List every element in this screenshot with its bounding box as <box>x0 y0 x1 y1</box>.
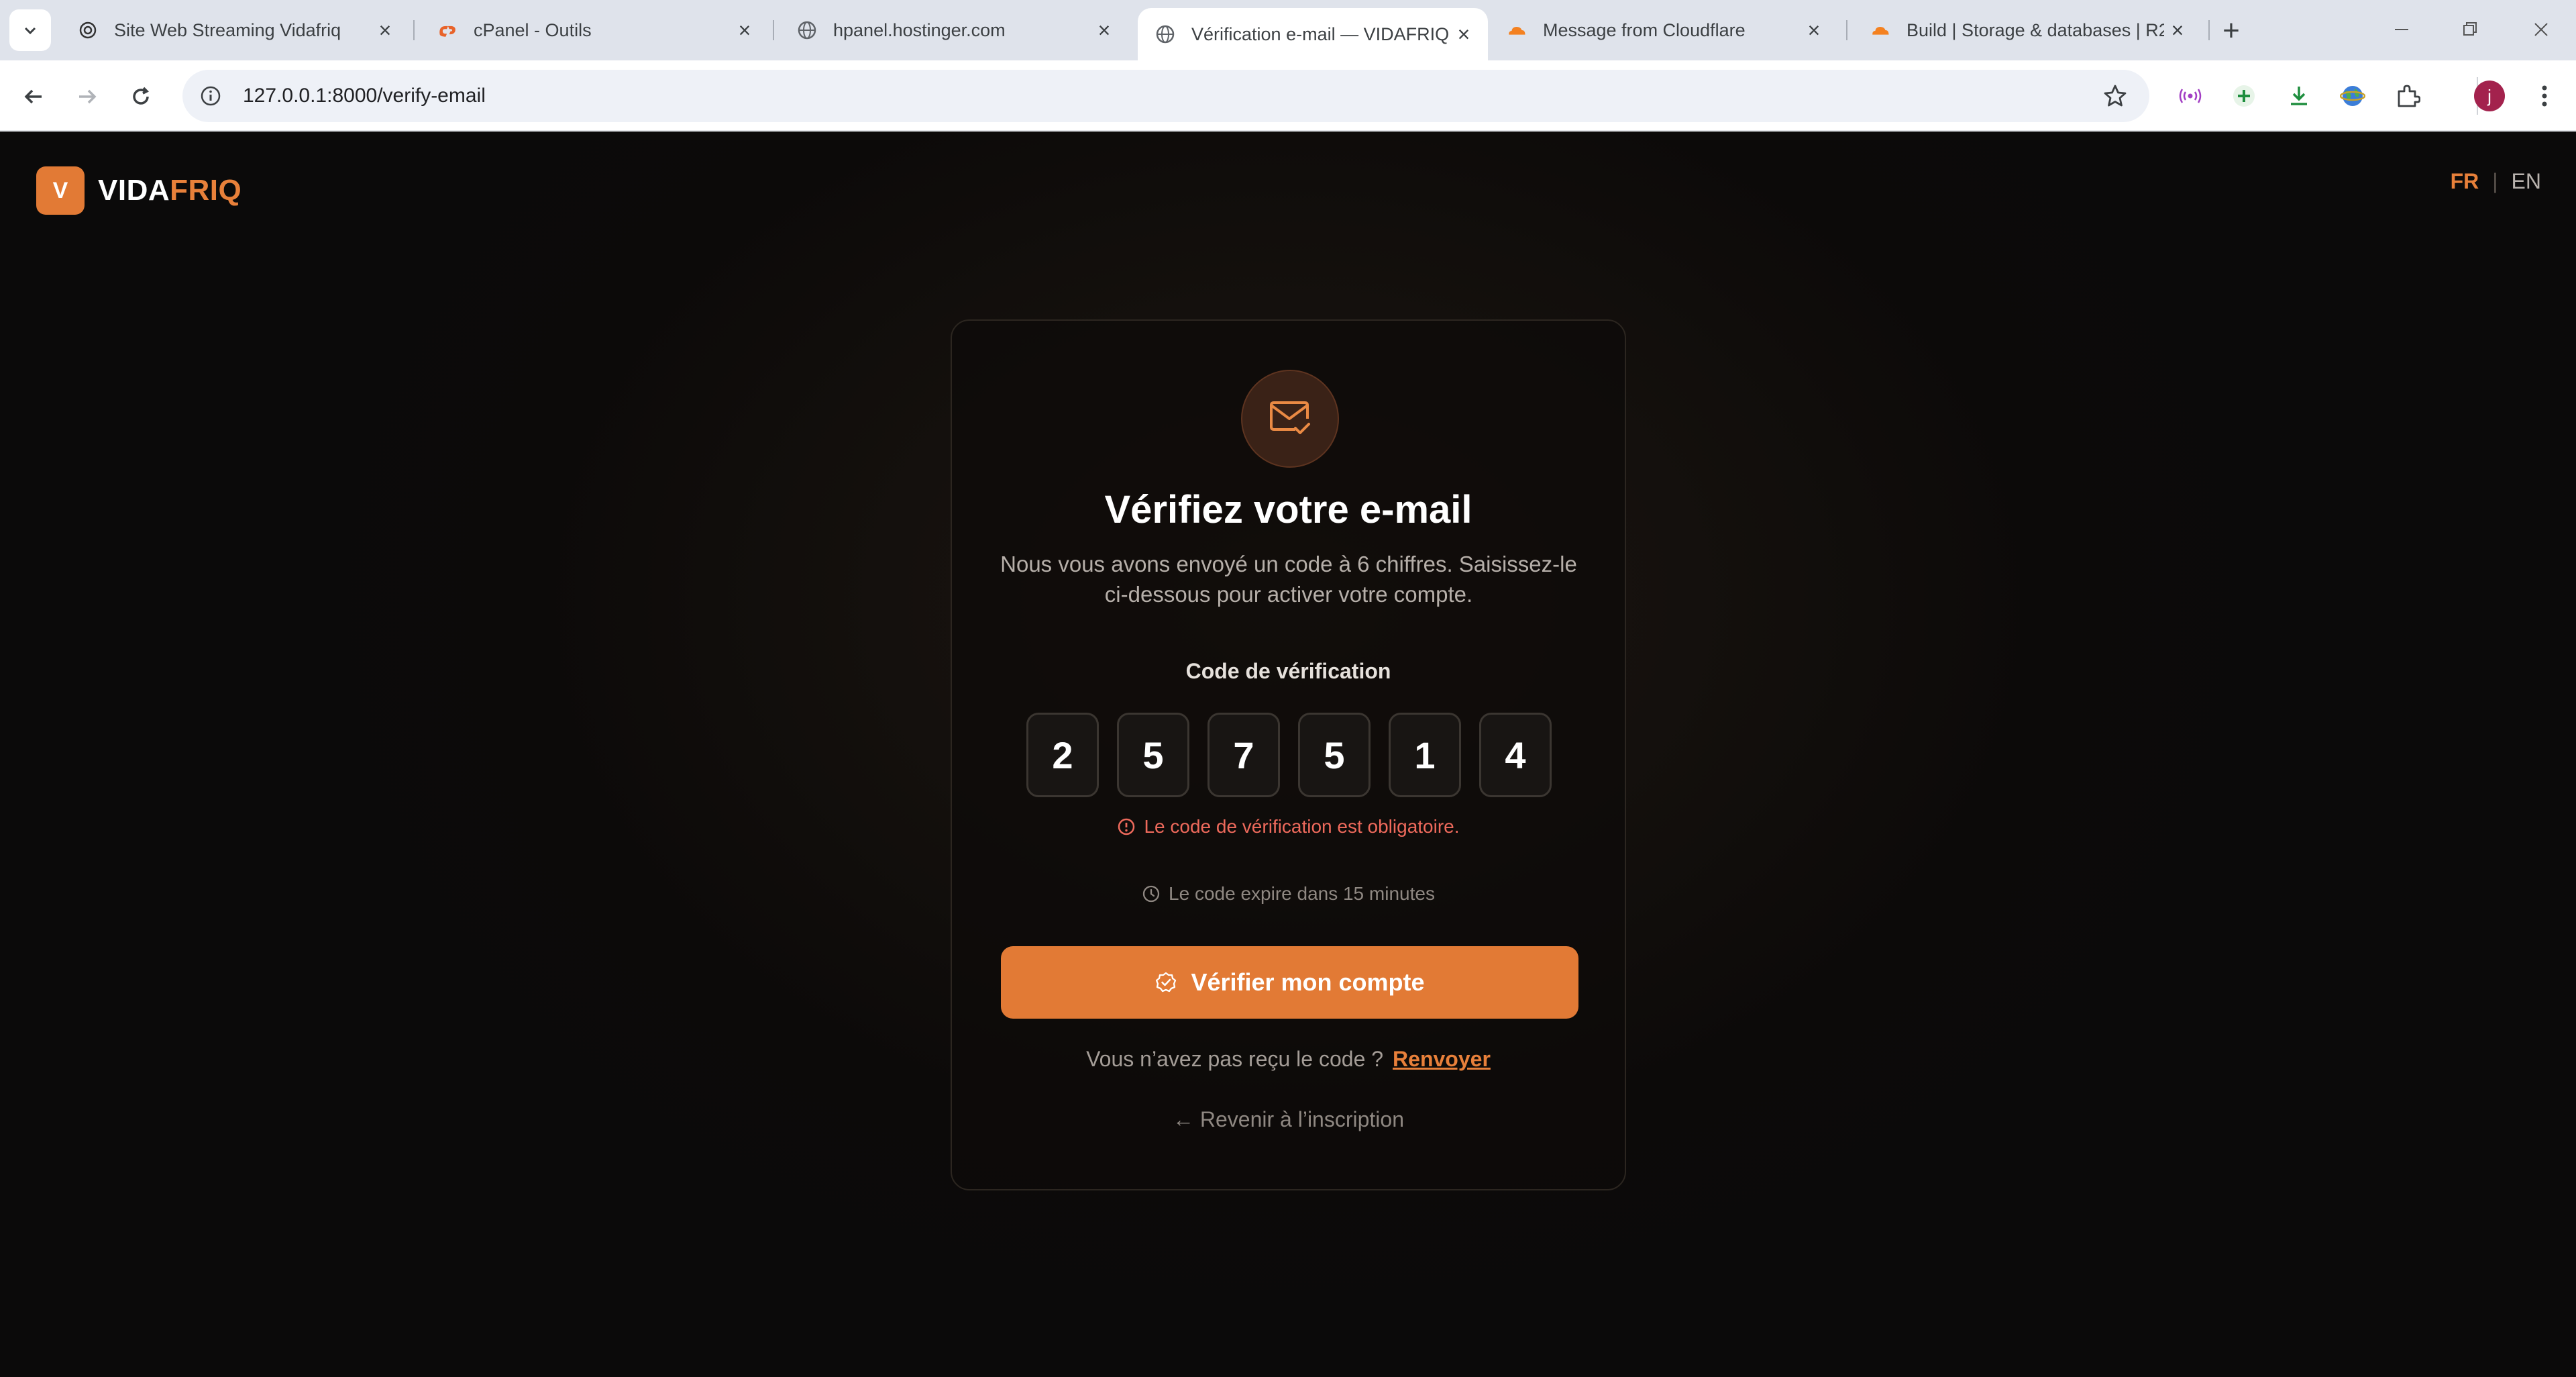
clock-icon <box>1142 885 1160 903</box>
chatgpt-icon <box>78 20 98 40</box>
tab-cpanel[interactable]: cPanel - Outils × <box>420 9 769 51</box>
new-tab-button[interactable]: + <box>2214 13 2249 48</box>
address-bar[interactable]: 127.0.0.1:8000/verify-email <box>182 70 2149 122</box>
arrow-right-icon <box>79 89 97 104</box>
reload-button[interactable] <box>121 76 161 117</box>
chevron-down-icon <box>24 27 36 35</box>
tab-hostinger[interactable]: hpanel.hostinger.com × <box>780 9 1128 51</box>
tab-separator <box>2208 20 2210 40</box>
brand-name: VIDAFRIQ <box>98 174 241 207</box>
close-icon[interactable]: × <box>731 17 758 44</box>
profile-avatar[interactable]: j <box>2474 81 2505 111</box>
globe-icon <box>797 20 817 40</box>
resend-link[interactable]: Renvoyer <box>1393 1047 1491 1072</box>
otp-digit-4[interactable]: 5 <box>1298 713 1371 797</box>
brand-name-part1: VIDA <box>98 174 170 207</box>
otp-digit-3[interactable]: 7 <box>1208 713 1280 797</box>
reload-icon <box>133 87 149 105</box>
earth-extension-icon[interactable] <box>2337 81 2368 111</box>
back-to-signup-link[interactable]: ← Revenir à l’inscription <box>952 1107 1625 1132</box>
close-icon[interactable]: × <box>1450 21 1477 48</box>
code-label: Code de vérification <box>1185 659 1391 683</box>
mail-check-icon <box>1270 401 1310 434</box>
cloudflare-icon <box>1870 20 1890 40</box>
close-icon[interactable]: × <box>1801 17 1827 44</box>
tab-verify-email[interactable]: Vérification e-mail — VIDAFRIQ × <box>1138 8 1488 60</box>
minimize-button[interactable] <box>2381 12 2422 47</box>
close-window-button[interactable] <box>2521 12 2561 47</box>
lang-separator: | <box>2492 169 2498 193</box>
tab-separator <box>413 20 415 40</box>
browser-menu-icon[interactable] <box>2529 81 2560 111</box>
resend-row: Vous n’avez pas reçu le code ? Renvoyer <box>952 1047 1625 1072</box>
tab-vidafriq-site[interactable]: Site Web Streaming Vidafriq × <box>60 9 409 51</box>
tab-label: Vérification e-mail — VIDAFRIQ <box>1191 23 1450 44</box>
tab-label: cPanel - Outils <box>474 19 592 40</box>
cpanel-icon <box>437 20 458 40</box>
page-title: Vérifiez votre e-mail <box>1104 488 1472 531</box>
expiry-note: Le code expire dans 15 minutes <box>952 883 1625 905</box>
resend-prompt: Vous n’avez pas reçu le code ? <box>1086 1047 1384 1071</box>
close-icon <box>2534 23 2548 36</box>
tab-search-button[interactable] <box>9 9 51 51</box>
restore-icon <box>2463 22 2477 36</box>
otp-digit-2[interactable]: 5 <box>1117 713 1189 797</box>
site-info-icon[interactable] <box>197 83 224 109</box>
browser-tabstrip: Site Web Streaming Vidafriq × cPanel - O… <box>0 0 2576 60</box>
error-text: Le code de vérification est obligatoire. <box>1144 816 1460 837</box>
expiry-text: Le code expire dans 15 minutes <box>1169 883 1435 904</box>
close-icon[interactable]: × <box>2164 17 2191 44</box>
otp-digit-6[interactable]: 4 <box>1479 713 1552 797</box>
extensions-puzzle-icon[interactable] <box>2392 81 2423 111</box>
language-switcher: FR | EN <box>2451 169 2541 194</box>
tab-label: Message from Cloudflare <box>1543 19 1746 40</box>
browser-toolbar: 127.0.0.1:8000/verify-email <box>0 60 2576 132</box>
otp-input-group: 2 5 7 5 1 4 <box>1026 713 1552 797</box>
lang-en-link[interactable]: EN <box>2512 169 2541 194</box>
download-icon[interactable] <box>2284 81 2314 111</box>
otp-digit-5[interactable]: 1 <box>1389 713 1461 797</box>
page-content: V VIDAFRIQ FR | EN Vérifiez votre e-mail… <box>0 132 2576 1377</box>
mail-check-badge <box>1241 370 1339 468</box>
badge-check-icon <box>1156 972 1177 992</box>
forward-button[interactable] <box>67 76 107 117</box>
verify-account-button[interactable]: Vérifier mon compte <box>1001 946 1578 1019</box>
cloudflare-icon <box>1507 20 1527 40</box>
alert-circle-icon <box>1118 818 1135 835</box>
tab-label: hpanel.hostinger.com <box>833 19 1006 40</box>
tab-separator <box>1846 20 1847 40</box>
brand-name-part2: FRIQ <box>170 174 242 207</box>
tab-label: Site Web Streaming Vidafriq <box>114 19 341 40</box>
broadcast-extension-icon[interactable] <box>2175 81 2206 111</box>
plus-extension-icon[interactable] <box>2229 81 2259 111</box>
page-subtitle: Nous vous avons envoyé un code à 6 chiff… <box>1000 552 1577 607</box>
restore-button[interactable] <box>2450 12 2490 47</box>
globe-icon <box>1155 24 1175 44</box>
logo-mark: V <box>36 166 85 215</box>
url-text: 127.0.0.1:8000/verify-email <box>243 85 486 107</box>
error-message: Le code de vérification est obligatoire. <box>952 816 1625 837</box>
verify-email-card: Vérifiez votre e-mail Nous vous avons en… <box>951 319 1626 1190</box>
minimize-icon <box>2395 29 2408 30</box>
arrow-left-icon <box>24 89 42 104</box>
close-icon[interactable]: × <box>1091 17 1118 44</box>
close-icon[interactable]: × <box>372 17 398 44</box>
otp-digit-1[interactable]: 2 <box>1026 713 1099 797</box>
back-button[interactable] <box>13 76 54 117</box>
tab-cloudflare-message[interactable]: Message from Cloudflare × <box>1489 9 1838 51</box>
bookmark-star-icon[interactable] <box>2101 82 2129 110</box>
tab-cloudflare-r2[interactable]: Build | Storage & databases | R2 × <box>1853 9 2202 51</box>
tab-separator <box>773 20 774 40</box>
brand-logo[interactable]: V VIDAFRIQ <box>36 166 241 215</box>
lang-fr-link[interactable]: FR <box>2451 169 2479 194</box>
verify-button-label: Vérifier mon compte <box>1191 968 1425 996</box>
tab-label: Build | Storage & databases | R2 <box>1907 19 2164 40</box>
